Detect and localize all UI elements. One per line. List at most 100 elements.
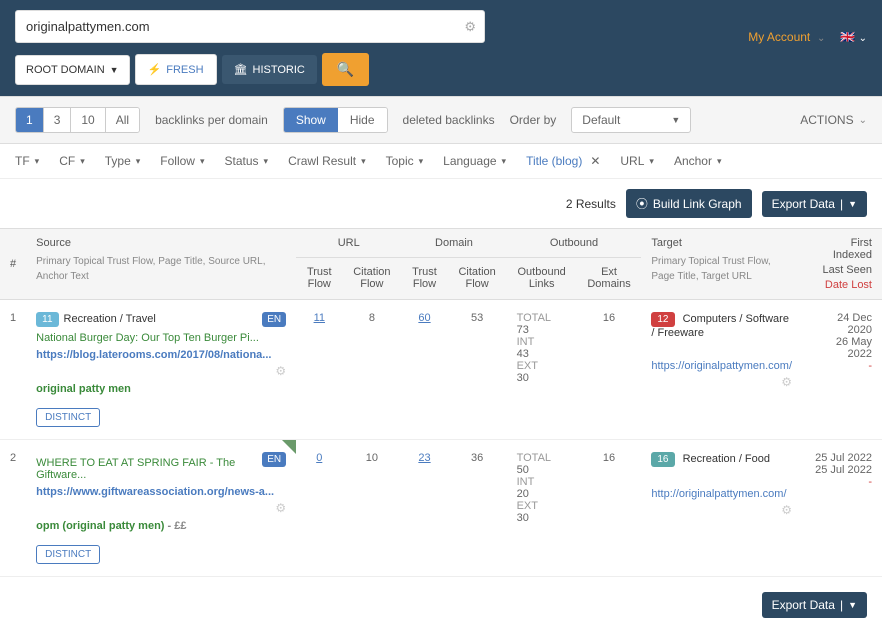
target-cell: 12 Computers / Software / Freeware https…	[641, 300, 802, 440]
chevron-down-icon: ⌄	[817, 33, 825, 44]
source-topic: Recreation / Travel	[64, 313, 156, 325]
outbound-links: TOTAL 73 INT 43 EXT 30	[507, 300, 577, 440]
tf-badge: 11	[36, 312, 58, 327]
url-tf: 11	[296, 300, 342, 440]
filter-title-active[interactable]: Title (blog) ✕	[526, 154, 600, 168]
filter-status[interactable]: Status ▾	[225, 154, 269, 168]
url-tf: 0	[296, 440, 342, 577]
page-10[interactable]: 10	[71, 108, 105, 132]
fresh-button[interactable]: ⚡ FRESH	[135, 54, 217, 85]
outbound-links: TOTAL 50 INT 20 EXT 30	[507, 440, 577, 577]
orderby-label: Order by	[510, 113, 557, 127]
table-row: 2 EN WHERE TO EAT AT SPRING FAIR - The G…	[0, 440, 882, 577]
col-ext-domains: Ext Domains	[577, 258, 642, 300]
chevron-down-icon: ▼	[848, 199, 857, 209]
gear-icon[interactable]: ⚙	[275, 364, 286, 378]
filter-type[interactable]: Type ▾	[105, 154, 141, 168]
source-title[interactable]: WHERE TO EAT AT SPRING FAIR - The Giftwa…	[36, 457, 286, 481]
filter-anchor[interactable]: Anchor ▾	[674, 154, 722, 168]
results-count: 2 Results	[566, 197, 616, 211]
row-index: 1	[0, 300, 26, 440]
col-last-seen: Last Seen	[812, 264, 872, 276]
target-topic: Recreation / Food	[683, 453, 770, 465]
order-select[interactable]: Default ▼	[571, 107, 691, 133]
gear-icon[interactable]: ⚙	[781, 375, 792, 389]
search-icon: 🔍	[337, 61, 354, 78]
filter-follow[interactable]: Follow ▾	[160, 154, 204, 168]
show-hide-toggle: Show Hide	[283, 107, 388, 133]
filter-tf[interactable]: TF ▾	[15, 154, 39, 168]
page-all[interactable]: All	[106, 108, 139, 132]
col-index: #	[0, 229, 26, 300]
col-first-indexed: First Indexed	[812, 237, 872, 261]
filter-language[interactable]: Language ▾	[443, 154, 506, 168]
col-domain-group: Domain	[401, 229, 506, 258]
lightning-icon: ⚡	[148, 63, 162, 76]
table-row: 1 EN 11 Recreation / Travel National Burg…	[0, 300, 882, 440]
ext-domains: 16	[577, 300, 642, 440]
bpd-label: backlinks per domain	[155, 113, 268, 127]
ext-domains: 16	[577, 440, 642, 577]
historic-button[interactable]: 🏛 HISTORIC	[222, 55, 317, 84]
corner-flag-icon	[282, 440, 296, 454]
chevron-down-icon: ▼	[848, 600, 857, 610]
export-data-bottom-button[interactable]: Export Data | ▼	[762, 592, 867, 618]
source-url[interactable]: https://blog.laterooms.com/2017/08/natio…	[36, 349, 286, 361]
gear-icon[interactable]: ⚙	[781, 503, 792, 517]
target-url[interactable]: http://originalpattymen.com/	[651, 488, 792, 500]
distinct-badge: DISTINCT	[36, 545, 100, 564]
dates: 24 Dec 202026 May 2022-	[802, 300, 882, 440]
lang-badge: EN	[262, 312, 286, 327]
domain-value: originalpattymen.com	[26, 19, 150, 34]
graph-icon: ⦿	[636, 195, 648, 212]
dates: 25 Jul 202225 Jul 2022-	[802, 440, 882, 577]
row-index: 2	[0, 440, 26, 577]
dom-tf: 23	[401, 440, 447, 577]
page-1[interactable]: 1	[16, 108, 44, 132]
col-outbound-group: Outbound	[507, 229, 642, 258]
anchor-text: opm (original patty men) - ££	[36, 520, 286, 532]
chevron-down-icon: ▼	[671, 115, 680, 125]
language-flag[interactable]: 🇬🇧 ⌄	[840, 30, 867, 44]
gear-icon[interactable]: ⚙	[464, 19, 476, 35]
actions-menu[interactable]: ACTIONS ⌄	[800, 113, 867, 127]
col-source: Source	[36, 237, 286, 249]
anchor-text: original patty men	[36, 383, 286, 395]
chevron-down-icon: ⌄	[859, 33, 867, 44]
domain-input[interactable]: originalpattymen.com ⚙	[15, 10, 485, 43]
source-url[interactable]: https://www.giftwareassociation.org/news…	[36, 486, 286, 498]
chevron-down-icon: ▼	[110, 65, 119, 75]
col-target-sub: Primary Topical Trust Flow, Page Title, …	[651, 254, 792, 284]
chevron-down-icon: ⌄	[859, 115, 867, 126]
col-url-cf: Citation Flow	[342, 258, 401, 300]
col-url-group: URL	[296, 229, 401, 258]
dom-cf: 53	[448, 300, 507, 440]
filter-crawl[interactable]: Crawl Result ▾	[288, 154, 366, 168]
target-cell: 16 Recreation / Food http://originalpatt…	[641, 440, 802, 577]
root-domain-select[interactable]: ROOT DOMAIN▼	[15, 55, 130, 85]
col-source-sub: Primary Topical Trust Flow, Page Title, …	[36, 254, 286, 284]
distinct-badge: DISTINCT	[36, 408, 100, 427]
show-button[interactable]: Show	[284, 108, 338, 132]
my-account-link[interactable]: My Account ⌄	[748, 30, 825, 44]
url-cf: 10	[342, 440, 401, 577]
filter-url[interactable]: URL▾	[620, 154, 654, 168]
gear-icon[interactable]: ⚙	[275, 501, 286, 515]
export-data-button[interactable]: Export Data | ▼	[762, 191, 867, 217]
close-icon[interactable]: ✕	[590, 154, 600, 168]
hide-button[interactable]: Hide	[338, 108, 387, 132]
filter-cf[interactable]: CF ▾	[59, 154, 85, 168]
col-dom-tf: Trust Flow	[401, 258, 447, 300]
deleted-label: deleted backlinks	[403, 113, 495, 127]
search-button[interactable]: 🔍	[322, 53, 369, 86]
dom-cf: 36	[448, 440, 507, 577]
build-link-graph-button[interactable]: ⦿ Build Link Graph	[626, 189, 752, 218]
bank-icon: 🏛	[234, 63, 248, 76]
source-title[interactable]: National Burger Day: Our Top Ten Burger …	[36, 332, 286, 344]
page-3[interactable]: 3	[44, 108, 72, 132]
target-url[interactable]: https://originalpattymen.com/	[651, 360, 792, 372]
col-target: Target	[651, 237, 792, 249]
col-date-lost: Date Lost	[812, 279, 872, 291]
url-cf: 8	[342, 300, 401, 440]
filter-topic[interactable]: Topic ▾	[386, 154, 424, 168]
